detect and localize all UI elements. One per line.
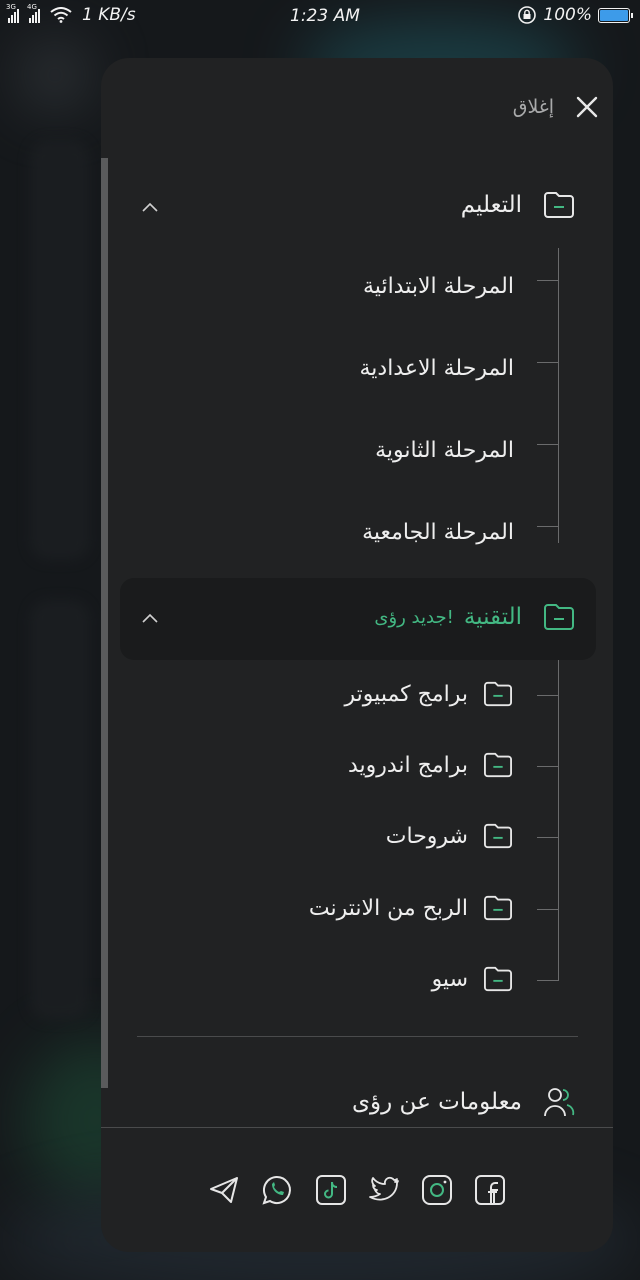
whatsapp-icon[interactable] <box>261 1174 293 1206</box>
folder-icon <box>544 604 574 630</box>
folder-icon <box>484 895 512 921</box>
folder-icon <box>544 192 574 218</box>
category-education[interactable]: التعليم <box>461 190 576 220</box>
clock: 1:23 AM <box>290 6 360 26</box>
subitem-university[interactable]: المرحلة الجامعية <box>362 520 514 545</box>
close-icon <box>576 96 598 118</box>
about-label: معلومات عن رؤى <box>352 1089 522 1115</box>
subitem-preparatory[interactable]: المرحلة الاعدادية <box>359 356 514 381</box>
subitem-android-programs[interactable]: برامج اندرويد <box>348 751 514 779</box>
folder-icon <box>484 681 512 707</box>
tiktok-icon[interactable] <box>315 1174 347 1206</box>
new-badge: جديد رؤى! <box>374 606 454 628</box>
facebook-icon[interactable] <box>474 1174 506 1206</box>
folder-icon <box>484 752 512 778</box>
subitem-label: المرحلة الابتدائية <box>363 274 514 299</box>
subitem-secondary[interactable]: المرحلة الثانوية <box>375 438 514 463</box>
subitem-computer-programs[interactable]: برامج كمبيوتر <box>345 680 514 708</box>
users-icon <box>544 1088 575 1117</box>
category-technology[interactable]: جديد رؤى! التقنية <box>374 602 576 632</box>
divider <box>101 1127 613 1128</box>
folder-icon <box>484 966 512 992</box>
subitem-label: المرحلة الاعدادية <box>359 356 514 381</box>
subitem-label: الربح من الانترنت <box>308 895 468 921</box>
signal-icon: 3G <box>6 3 19 23</box>
subitem-online-earning[interactable]: الربح من الانترنت <box>309 894 514 922</box>
folder-icon <box>484 823 512 849</box>
close-label: إغلاق <box>512 96 554 118</box>
category-label: التعليم <box>460 192 522 218</box>
subitem-tutorials[interactable]: شروحات <box>386 822 514 850</box>
chevron-up-icon[interactable] <box>141 612 159 624</box>
subitem-label: برامج اندرويد <box>347 752 468 778</box>
divider <box>137 1036 578 1037</box>
instagram-icon[interactable] <box>421 1174 453 1206</box>
subitem-primary[interactable]: المرحلة الابتدائية <box>363 274 514 299</box>
status-bar: 3G 4G 1 KB/s 1:23 AM 100% <box>0 0 640 32</box>
chevron-up-icon[interactable] <box>141 201 159 213</box>
category-label: التقنية <box>463 604 522 630</box>
subitem-label: المرحلة الجامعية <box>362 520 514 545</box>
signal-icon: 4G <box>27 3 40 23</box>
battery-icon <box>598 7 633 23</box>
subitem-label: شروحات <box>385 823 468 849</box>
subitem-label: برامج كمبيوتر <box>344 681 468 707</box>
rotation-lock-icon <box>518 6 537 24</box>
wifi-icon <box>50 7 72 23</box>
subitem-label: المرحلة الثانوية <box>375 438 514 463</box>
subitem-seo[interactable]: سيو <box>432 965 514 993</box>
social-links <box>0 1174 640 1210</box>
subitem-label: سيو <box>431 966 468 992</box>
telegram-icon[interactable] <box>208 1174 240 1206</box>
battery-percent: 100% <box>543 5 592 25</box>
close-button[interactable]: إغلاق <box>513 96 598 118</box>
twitter-icon[interactable] <box>367 1174 401 1206</box>
scrollbar[interactable] <box>101 158 108 1088</box>
about-link[interactable]: معلومات عن رؤى <box>352 1085 576 1119</box>
network-speed: 1 KB/s <box>82 5 136 25</box>
